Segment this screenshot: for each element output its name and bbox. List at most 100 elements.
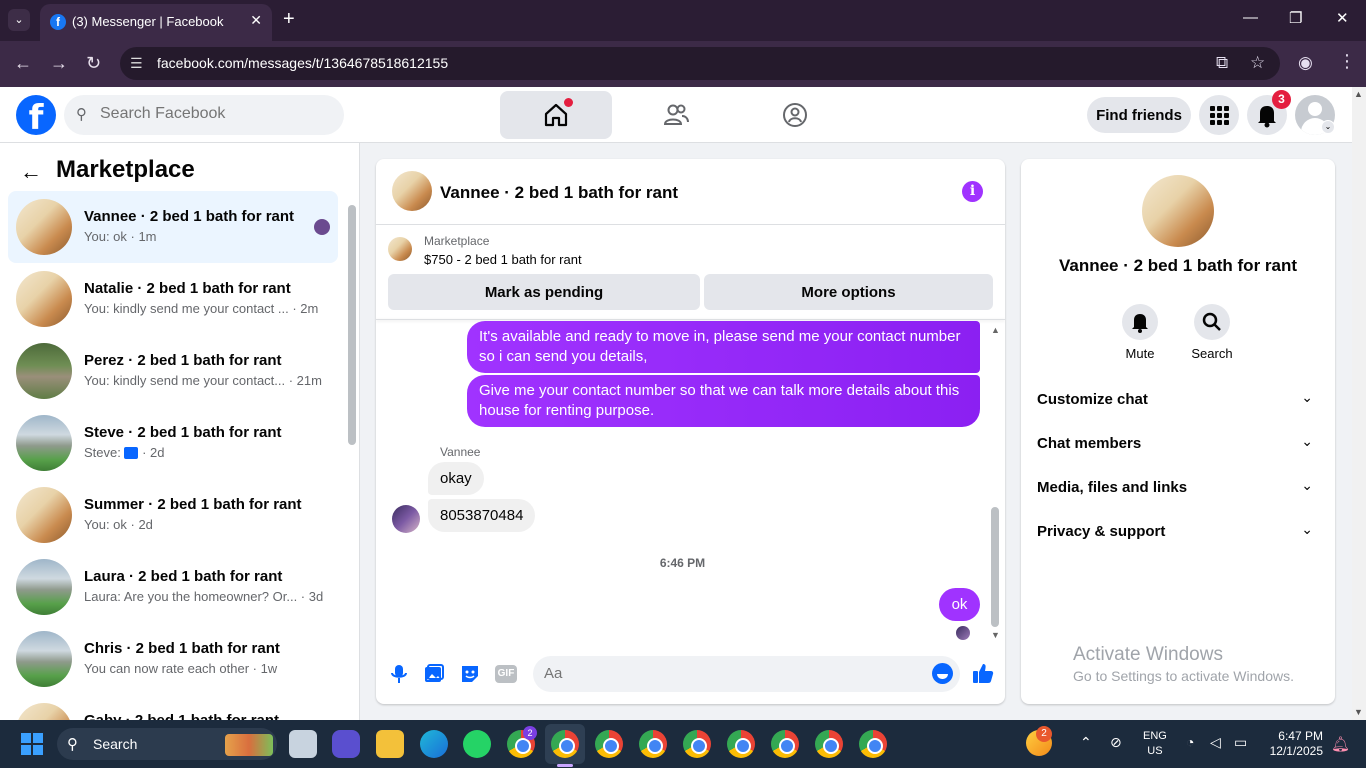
language-indicator[interactable]: ENG US: [1143, 729, 1167, 759]
whatsapp-icon[interactable]: [463, 730, 491, 758]
outgoing-message[interactable]: It's available and ready to move in, ple…: [467, 321, 980, 373]
incoming-message[interactable]: okay: [428, 462, 484, 495]
sticker-icon[interactable]: [459, 663, 481, 685]
menu-grid-button[interactable]: [1199, 95, 1239, 135]
chat-scrollbar[interactable]: ▲ ▼: [989, 325, 1001, 641]
conversation-item[interactable]: Gaby · 2 bed 1 bath for rant: [8, 695, 338, 720]
chat-members-section[interactable]: Chat members ⌄: [1037, 424, 1319, 464]
conversation-item[interactable]: Chris · 2 bed 1 bath for rant You can no…: [8, 623, 338, 695]
listing-source-label: Marketplace: [424, 234, 490, 248]
home-notification-dot: [564, 98, 573, 107]
chrome-icon[interactable]: [595, 730, 623, 758]
scroll-down-icon[interactable]: ▼: [991, 630, 1000, 640]
conversation-name: Natalie · 2 bed 1 bath for rant: [84, 280, 291, 297]
gif-icon[interactable]: GIF: [495, 665, 517, 683]
scrollbar-thumb[interactable]: [991, 507, 999, 627]
contact-avatar[interactable]: [392, 505, 420, 533]
mute-action[interactable]: Mute: [1110, 304, 1170, 361]
chrome-icon[interactable]: [815, 730, 843, 758]
task-view-icon[interactable]: [289, 730, 317, 758]
nav-home-tab[interactable]: [500, 91, 612, 139]
outgoing-message[interactable]: Give me your contact number so that we c…: [467, 375, 980, 427]
tab-search-dropdown-icon[interactable]: ⌄: [8, 9, 30, 31]
chrome-icon[interactable]: [551, 730, 579, 758]
outgoing-message[interactable]: ok: [939, 588, 980, 621]
browser-menu-icon[interactable]: ⋮: [1338, 51, 1356, 72]
conversation-item[interactable]: Laura · 2 bed 1 bath for rant Laura: Are…: [8, 551, 338, 623]
tab-close-icon[interactable]: ✕: [250, 12, 262, 29]
window-close-icon[interactable]: ✕: [1336, 9, 1349, 27]
photo-icon[interactable]: [423, 663, 445, 685]
url-text: facebook.com/messages/t/1364678518612155: [157, 55, 449, 71]
facebook-search[interactable]: ⚲: [64, 95, 344, 135]
search-input[interactable]: [100, 105, 330, 123]
back-icon[interactable]: ←: [14, 53, 32, 74]
customize-chat-section[interactable]: Customize chat ⌄: [1037, 380, 1319, 420]
new-tab-icon[interactable]: +: [283, 8, 295, 30]
chrome-icon[interactable]: [639, 730, 667, 758]
conversation-snippet: Steve: · 2d: [84, 445, 165, 460]
address-bar[interactable]: ☰ facebook.com/messages/t/13646785186121…: [120, 47, 1280, 80]
listing-thumbnail: [16, 631, 72, 687]
chrome-icon[interactable]: [771, 730, 799, 758]
site-info-icon[interactable]: ☰: [130, 55, 143, 72]
browser-tab-active[interactable]: f (3) Messenger | Facebook ✕: [40, 4, 272, 41]
account-dropdown-icon[interactable]: ⌄: [1321, 120, 1335, 134]
profile-icon[interactable]: ◉: [1298, 53, 1313, 73]
restore-icon[interactable]: ❐: [1289, 9, 1302, 27]
search-action[interactable]: Search: [1182, 304, 1242, 361]
scroll-up-icon[interactable]: ▲: [991, 325, 1000, 335]
edge-icon[interactable]: [420, 730, 448, 758]
clock[interactable]: 6:47 PM 12/1/2025: [1268, 729, 1323, 759]
forward-icon[interactable]: →: [50, 53, 68, 74]
nav-groups-tab[interactable]: [739, 91, 851, 139]
file-explorer-icon[interactable]: [376, 730, 404, 758]
wifi-icon[interactable]: ◔: [1186, 734, 1194, 750]
reload-icon[interactable]: ↻: [86, 53, 101, 74]
chrome-icon[interactable]: [683, 730, 711, 758]
message-composer[interactable]: [533, 656, 960, 692]
more-options-button[interactable]: More options: [704, 274, 993, 310]
volume-icon[interactable]: ◁: [1210, 734, 1221, 751]
back-arrow-icon[interactable]: ←: [20, 159, 42, 185]
emoji-icon[interactable]: [932, 663, 953, 684]
conversation-item[interactable]: Summer · 2 bed 1 bath for rant You: ok ·…: [8, 479, 338, 551]
mark-as-pending-button[interactable]: Mark as pending: [388, 274, 700, 310]
scrollbar-thumb[interactable]: [348, 205, 356, 445]
bookmark-star-icon[interactable]: ☆: [1250, 53, 1265, 73]
minimize-icon[interactable]: —: [1243, 9, 1258, 26]
profile-avatar[interactable]: [1142, 175, 1214, 247]
listing-price[interactable]: $750 - 2 bed 1 bath for rant: [424, 252, 582, 267]
meet-icon[interactable]: [332, 730, 360, 758]
message-input[interactable]: [544, 665, 914, 682]
listing-thumbnail[interactable]: [388, 237, 412, 261]
install-app-icon[interactable]: ⧉: [1216, 53, 1228, 73]
microphone-icon[interactable]: [388, 663, 410, 685]
chrome-icon[interactable]: [727, 730, 755, 758]
media-files-links-section[interactable]: Media, files and links ⌄: [1037, 468, 1319, 508]
find-friends-button[interactable]: Find friends: [1087, 97, 1191, 133]
incoming-message[interactable]: 8053870484: [428, 499, 536, 532]
info-icon[interactable]: i: [962, 181, 983, 202]
location-off-icon[interactable]: ⊘: [1110, 734, 1122, 751]
nav-friends-tab[interactable]: [620, 91, 732, 139]
facebook-logo[interactable]: f: [16, 95, 56, 138]
conversation-item[interactable]: Vannee · 2 bed 1 bath for rant You: ok ·…: [8, 191, 338, 263]
conversation-item[interactable]: Steve · 2 bed 1 bath for rant Steve: · 2…: [8, 407, 338, 479]
chat-title[interactable]: Vannee · 2 bed 1 bath for rant: [440, 183, 678, 203]
chrome-icon[interactable]: [859, 730, 887, 758]
show-hidden-icons-icon[interactable]: ⌃: [1080, 734, 1092, 751]
taskbar-search[interactable]: ⚲ Search: [57, 728, 277, 760]
scroll-down-icon[interactable]: ▼: [1354, 707, 1363, 717]
battery-icon[interactable]: ▭: [1234, 734, 1247, 751]
conversation-scrollbar[interactable]: [346, 195, 356, 715]
windows-start-icon[interactable]: [21, 733, 43, 755]
privacy-support-section[interactable]: Privacy & support ⌄: [1037, 512, 1319, 552]
chat-avatar[interactable]: [392, 171, 432, 211]
notification-bell-icon[interactable]: 🔔︎: [1331, 735, 1350, 753]
conversation-item[interactable]: Natalie · 2 bed 1 bath for rant You: kin…: [8, 263, 338, 335]
scroll-up-icon[interactable]: ▲: [1354, 89, 1363, 99]
thumbs-up-icon[interactable]: [972, 662, 994, 684]
conversation-item[interactable]: Perez · 2 bed 1 bath for rant You: kindl…: [8, 335, 338, 407]
page-scrollbar[interactable]: ▲ ▼: [1352, 87, 1366, 720]
